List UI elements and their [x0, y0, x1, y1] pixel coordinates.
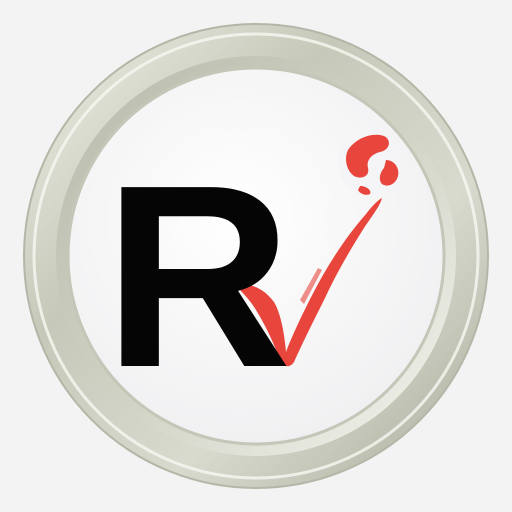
globe-icon [338, 132, 402, 196]
app-icon: R [23, 23, 489, 489]
app-icon-page: R [0, 0, 512, 512]
logo-letter: R [104, 132, 292, 422]
